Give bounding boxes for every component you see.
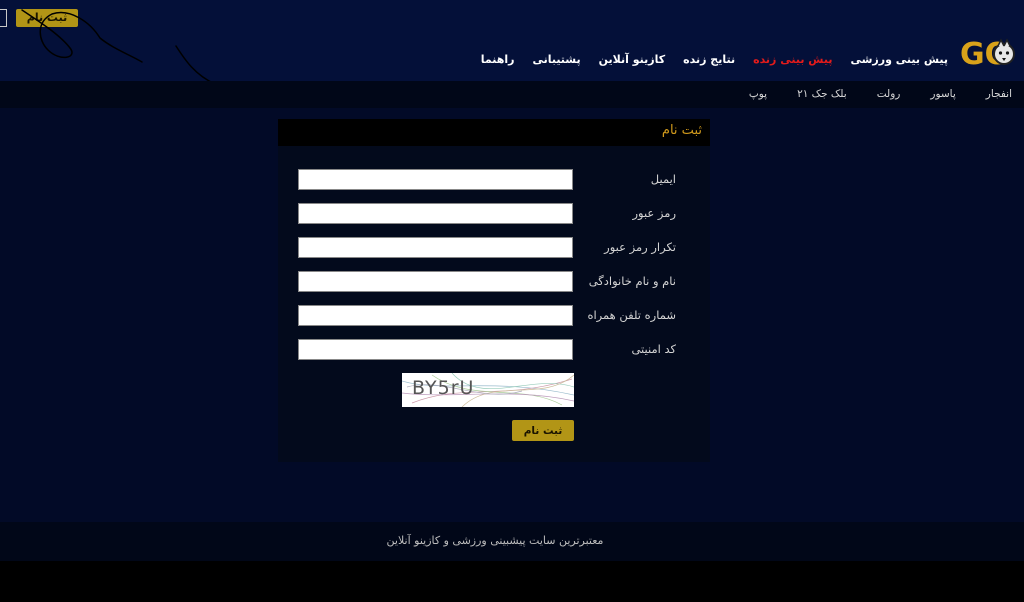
email-label: ایمیل [650,172,676,186]
panel-header: ثبت نام [278,119,710,146]
password-label: رمز عبور [632,206,676,220]
mobile-label: شماره تلفن همراه [587,308,676,322]
confirm-password-field[interactable] [298,237,573,258]
nav-sports-betting[interactable]: پیش بینی ورزشی [850,53,948,66]
nav-live-betting[interactable]: پیش بینی زنده [753,53,832,66]
subnav-item-roulette[interactable]: رولت [877,88,901,100]
confirm-password-label: تکرار رمز عبور [604,240,676,254]
register-submit-button[interactable]: ثبت نام [512,420,574,441]
games-subnav: انفجار پاسور رولت بلک جک ۲۱ پوپ [0,81,1024,108]
footer-bottom-bar [0,561,1024,602]
footer: معتبرترین سایت پیشبینی ورزشی و کازینو آن… [0,522,1024,561]
captcha-text: BY5rU [412,377,475,399]
captcha-field[interactable] [298,339,573,360]
full-name-field[interactable] [298,271,573,292]
nav-support[interactable]: پشتیبانی [532,53,580,66]
top-header: ثبت نام GO پیش بینی ورزشی پیش بینی زنده … [0,0,1024,81]
site-logo[interactable]: GO [960,36,1024,72]
mobile-field[interactable] [298,305,573,326]
password-field[interactable] [298,203,573,224]
captcha-image: BY5rU [402,373,574,407]
subnav-item-crash[interactable]: انفجار [986,88,1012,100]
email-field[interactable] [298,169,573,190]
nav-live-results[interactable]: نتایج زنده [683,53,735,66]
full-name-label: نام و نام خانوادگی [588,274,676,288]
footer-tagline: معتبرترین سایت پیشبینی ورزشی و کازینو آن… [386,534,604,547]
header-register-button[interactable]: ثبت نام [16,9,78,27]
captcha-label: کد امنیتی [631,342,676,356]
subnav-item-poop[interactable]: پوپ [749,88,767,100]
panel-title: ثبت نام [661,123,702,138]
login-button-edge[interactable] [0,9,7,27]
subnav-item-blackjack[interactable]: بلک جک ۲۱ [797,88,847,100]
nav-online-casino[interactable]: کازینو آنلاین [599,53,666,66]
subnav-item-pasur[interactable]: پاسور [930,88,955,100]
nav-help[interactable]: راهنما [481,53,515,66]
main-nav: پیش بینی ورزشی پیش بینی زنده نتایج زنده … [481,53,948,66]
register-panel: ثبت نام ایمیل رمز عبور تکرار رمز عبور نا… [278,119,710,462]
